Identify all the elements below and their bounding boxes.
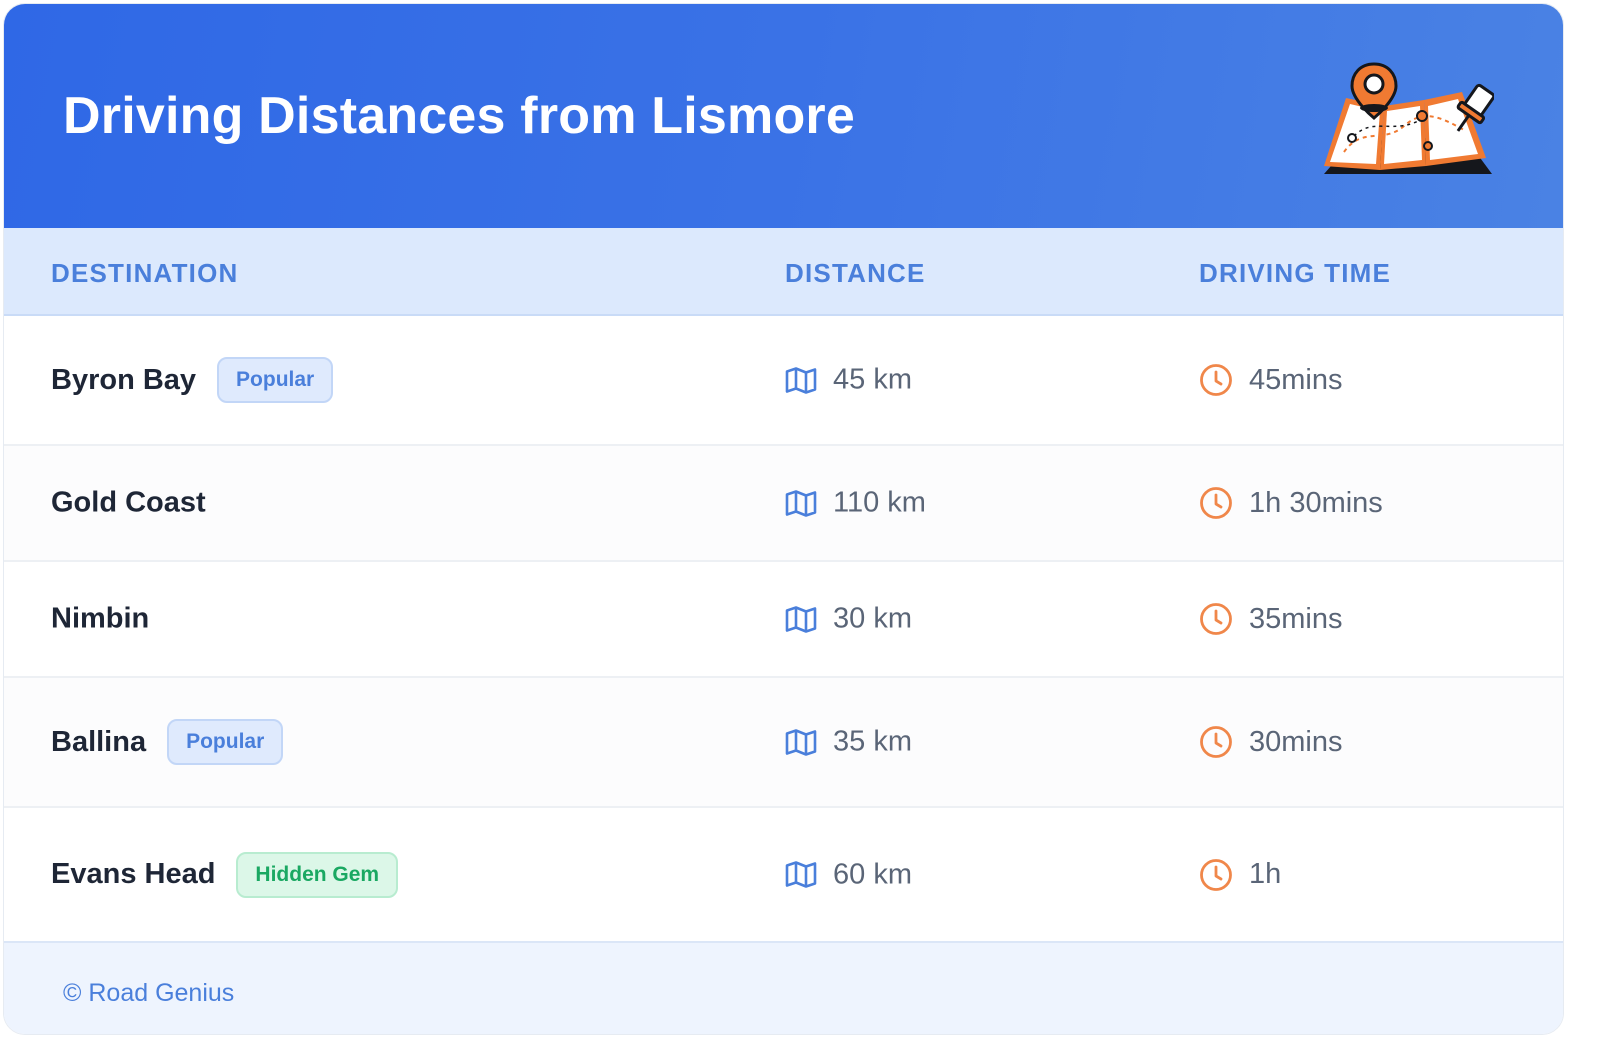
destination-name: Nimbin [51, 602, 150, 635]
map-icon [785, 605, 817, 633]
table-row[interactable]: Ballina Popular 35 km 30mins [4, 678, 1563, 808]
table-row[interactable]: Nimbin 30 km 35mins [4, 562, 1563, 678]
destination-cell: Ballina Popular [51, 719, 284, 765]
footer-copyright: © Road Genius [63, 979, 235, 1007]
map-icon [785, 861, 817, 889]
map-with-pins-icon [1324, 62, 1494, 174]
distance-cell: 35 km [785, 726, 912, 759]
destination-cell: Nimbin [51, 603, 149, 636]
column-header-destination[interactable]: DESTINATION [51, 258, 239, 289]
destination-cell: Gold Coast [51, 487, 206, 520]
distance-value: 30 km [833, 602, 912, 635]
driving-time-value: 45mins [1249, 363, 1343, 396]
driving-time-cell: 35mins [1199, 602, 1343, 636]
driving-time-cell: 45mins [1199, 363, 1343, 397]
driving-time-cell: 1h [1199, 858, 1281, 892]
distance-card: Driving Distances from Lismore DESTINATI… [3, 3, 1564, 1035]
clock-icon [1199, 725, 1233, 759]
page-title: Driving Distances from Lismore [63, 87, 855, 145]
distance-cell: 45 km [785, 364, 912, 397]
destination-name: Evans Head [51, 858, 216, 890]
table-row[interactable]: Gold Coast 110 km 1h 30mins [4, 446, 1563, 562]
distance-cell: 30 km [785, 603, 912, 636]
destination-name: Gold Coast [51, 486, 206, 519]
hidden-gem-badge: Hidden Gem [236, 851, 399, 898]
driving-time-cell: 1h 30mins [1199, 486, 1383, 520]
card-footer: © Road Genius [4, 941, 1563, 1034]
clock-icon [1199, 486, 1233, 520]
clock-icon [1199, 858, 1233, 892]
driving-time-value: 35mins [1249, 602, 1343, 635]
destination-name: Byron Bay [51, 363, 197, 396]
table-row[interactable]: Byron Bay Popular 45 km 45mins [4, 316, 1563, 446]
distance-value: 110 km [833, 486, 926, 519]
column-header-driving-time[interactable]: DRIVING TIME [1199, 258, 1391, 289]
destination-name: Ballina [51, 725, 147, 758]
distance-cell: 110 km [785, 487, 926, 520]
destination-cell: Evans Head Hidden Gem [51, 851, 399, 898]
clock-icon [1199, 363, 1233, 397]
popular-badge: Popular [167, 719, 284, 765]
distance-value: 45 km [833, 363, 912, 396]
driving-time-value: 1h [1249, 858, 1282, 890]
distance-cell: 60 km [785, 858, 912, 891]
map-icon [785, 728, 817, 756]
distance-value: 60 km [833, 858, 912, 890]
clock-icon [1199, 602, 1233, 636]
map-icon [785, 366, 817, 394]
map-icon [785, 489, 817, 517]
popular-badge: Popular [217, 357, 334, 403]
table-row[interactable]: Evans Head Hidden Gem 60 km 1h [4, 808, 1563, 941]
table-header: DESTINATION DISTANCE DRIVING TIME [4, 228, 1563, 316]
card-header: Driving Distances from Lismore [4, 4, 1563, 228]
distance-value: 35 km [833, 725, 912, 758]
driving-time-value: 1h 30mins [1249, 486, 1383, 519]
driving-time-value: 30mins [1249, 725, 1343, 758]
column-header-distance[interactable]: DISTANCE [785, 258, 926, 289]
driving-time-cell: 30mins [1199, 725, 1343, 759]
destination-cell: Byron Bay Popular [51, 357, 334, 403]
